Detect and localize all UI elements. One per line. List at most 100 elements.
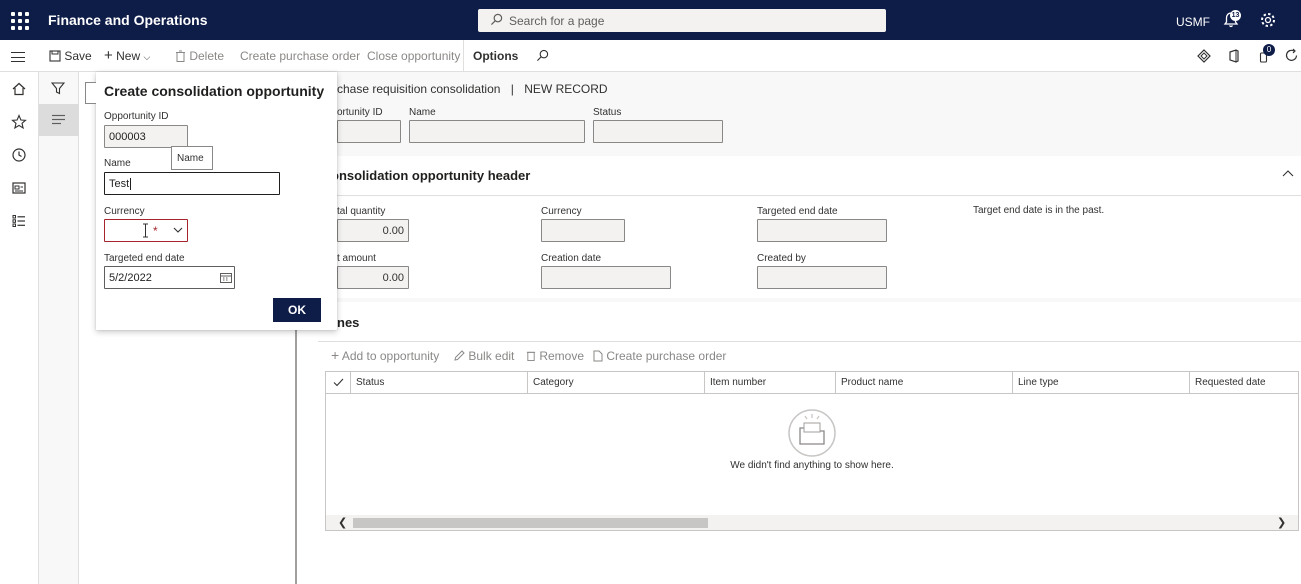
filter-funnel-icon[interactable] [51, 81, 65, 95]
lines-section-title[interactable]: nes [337, 315, 359, 330]
select-all-check-icon[interactable] [333, 378, 344, 387]
name-field[interactable] [409, 120, 585, 143]
name-label: Name [409, 107, 436, 118]
modules-list-icon[interactable] [11, 213, 27, 229]
lines-grid: Status Category Item number Product name… [325, 371, 1299, 531]
horizontal-scrollbar[interactable]: ❮ ❯ [326, 515, 1298, 530]
scroll-right-icon[interactable]: ❯ [1277, 516, 1286, 529]
search-input[interactable]: Search for a page [478, 9, 886, 32]
column-header-item-number[interactable]: Item number [704, 372, 835, 394]
list-view-toggle[interactable] [39, 104, 79, 136]
filter-pane [39, 72, 79, 584]
remove-button[interactable]: Remove [526, 349, 584, 363]
section-divider [318, 195, 1301, 196]
empty-grid-message: We didn't find anything to show here. [730, 460, 894, 471]
column-header-requested-date[interactable]: Requested date [1189, 372, 1298, 394]
collapse-chevron-up-icon[interactable] [1282, 169, 1294, 177]
save-label: Save [64, 49, 92, 63]
dialog-title: Create consolidation opportunity [104, 83, 325, 99]
column-header-line-type[interactable]: Line type [1012, 372, 1189, 394]
app-launcher-icon[interactable] [8, 9, 30, 31]
section-gap [297, 298, 1301, 302]
settings-gear-icon[interactable] [1259, 11, 1277, 29]
notification-count-badge: 13 [1230, 10, 1241, 21]
save-button[interactable]: Save [49, 49, 92, 63]
create-consolidation-opportunity-dialog: Create consolidation opportunity Opportu… [96, 72, 337, 330]
hamburger-menu-icon[interactable] [11, 52, 25, 62]
delete-button[interactable]: Delete [175, 49, 224, 63]
text-cursor-ibeam-icon [143, 223, 148, 238]
total-quantity-field[interactable]: 0.00 [337, 219, 409, 242]
list-filter-input[interactable] [85, 82, 96, 104]
lines-create-purchase-order-button[interactable]: Create purchase order [593, 349, 726, 363]
close-opportunity-button[interactable]: Close opportunity [367, 49, 460, 63]
breadcrumb-page[interactable]: chase requisition consolidation [337, 82, 500, 96]
dialog-currency-dropdown[interactable]: * [104, 219, 188, 242]
recent-clock-icon[interactable] [11, 147, 27, 163]
separator [463, 40, 464, 72]
dialog-name-value: Test [109, 178, 130, 190]
add-to-opportunity-button[interactable]: + Add to opportunity [331, 348, 440, 363]
add-to-opportunity-label: Add to opportunity [341, 349, 440, 363]
company-picker[interactable]: USMF [1176, 15, 1210, 29]
text-caret [130, 178, 132, 190]
total-quantity-label: tal quantity [337, 206, 386, 217]
empty-folder-icon [788, 409, 836, 457]
refresh-icon[interactable] [1284, 48, 1299, 63]
creation-date-label: Creation date [541, 253, 602, 264]
bulk-edit-button[interactable]: Bulk edit [454, 349, 514, 363]
search-icon [490, 13, 503, 26]
section-divider [318, 341, 1301, 342]
amount-field[interactable]: 0.00 [337, 266, 409, 289]
chevron-down-icon[interactable] [173, 227, 183, 234]
dialog-name-field[interactable]: Test [104, 172, 280, 195]
options-tab[interactable]: Options [473, 49, 518, 63]
currency-field[interactable] [541, 219, 625, 242]
column-header-category[interactable]: Category [527, 372, 704, 394]
delete-label: Delete [189, 49, 225, 63]
created-by-field[interactable] [757, 266, 887, 289]
dialog-targeted-end-date-field[interactable]: 5/2/2022 [104, 266, 235, 289]
calendar-icon[interactable] [220, 272, 232, 283]
dialog-opportunity-id-label: Opportunity ID [104, 111, 169, 122]
header-section-title[interactable]: onsolidation opportunity header [331, 168, 530, 183]
app-title[interactable]: Finance and Operations [48, 12, 207, 28]
end-date-warning: Target end date is in the past. [973, 205, 1105, 216]
required-marker: * [153, 224, 158, 238]
creation-date-field[interactable] [541, 266, 671, 289]
action-pane: Save + New ⌵ Delete Create purchase orde… [0, 40, 1301, 72]
grid-header-row: Status Category Item number Product name… [326, 372, 1298, 394]
opportunity-id-field[interactable] [337, 120, 401, 143]
new-button[interactable]: + New ⌵ [104, 47, 151, 64]
create-purchase-order-button[interactable]: Create purchase order [240, 49, 360, 63]
list-pane-splitter[interactable] [295, 300, 297, 584]
targeted-end-date-field[interactable] [757, 219, 887, 242]
remove-label: Remove [539, 349, 585, 363]
dialog-name-label: Name [104, 158, 131, 169]
dialog-targeted-end-date-label: Targeted end date [104, 253, 185, 264]
new-label: New [116, 49, 141, 63]
chevron-down-icon: ⌵ [143, 52, 151, 62]
ok-button[interactable]: OK [273, 298, 321, 322]
document-icon [593, 350, 603, 362]
favorites-star-icon[interactable] [11, 114, 27, 130]
column-header-status[interactable]: Status [350, 372, 527, 394]
diamond-icon[interactable] [1197, 49, 1211, 63]
home-icon[interactable] [11, 81, 27, 97]
pencil-icon [454, 350, 465, 361]
office-icon[interactable] [1228, 49, 1240, 63]
dialog-opportunity-id-field[interactable]: 000003 [104, 125, 188, 148]
dialog-targeted-end-date-value: 5/2/2022 [109, 272, 152, 284]
currency-label: Currency [541, 206, 582, 217]
save-icon [49, 50, 61, 62]
plus-icon: + [104, 47, 113, 64]
workspaces-icon[interactable] [11, 180, 27, 196]
amount-label: t amount [337, 253, 376, 264]
column-header-product-name[interactable]: Product name [835, 372, 1012, 394]
bulk-edit-label: Bulk edit [468, 349, 515, 363]
status-field[interactable] [593, 120, 723, 143]
scrollbar-thumb[interactable] [353, 518, 708, 528]
search-placeholder: Search for a page [509, 14, 605, 28]
search-actions-icon[interactable] [536, 49, 549, 62]
scroll-left-icon[interactable]: ❮ [338, 516, 347, 529]
